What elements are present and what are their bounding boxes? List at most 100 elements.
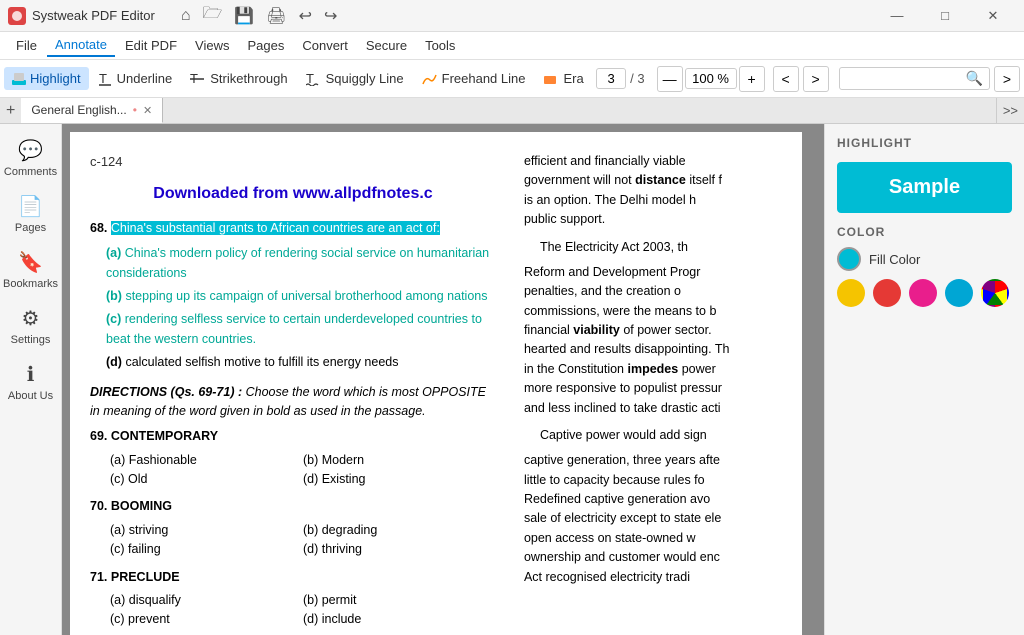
sidebar-label-comments: Comments <box>4 166 57 178</box>
nav-buttons: ⌂ 🗁 💾 🖨 ↩ ↪ <box>177 0 342 31</box>
tab-general-english[interactable]: General English... • ✕ <box>21 98 163 123</box>
underline-icon: T <box>99 72 113 86</box>
content-wrapper: + General English... • ✕ >> 💬 Comments 📄… <box>0 98 1024 635</box>
color-blue[interactable] <box>945 279 973 307</box>
sidebar-item-settings[interactable]: ⚙ Settings <box>3 300 59 352</box>
document-scroll[interactable]: c-124 Downloaded from www.allpdfnotes.c … <box>62 124 824 635</box>
highlight-icon <box>12 72 26 86</box>
sidebar-item-comments[interactable]: 💬 Comments <box>3 132 59 184</box>
app-logo <box>8 7 26 25</box>
color-section: COLOR Fill Color <box>837 225 1012 307</box>
color-yellow[interactable] <box>837 279 865 307</box>
color-title: COLOR <box>837 225 1012 239</box>
tabs-more-button[interactable]: >> <box>996 98 1024 123</box>
sidebar-item-bookmarks[interactable]: 🔖 Bookmarks <box>3 244 59 296</box>
q68-option-d: (d) calculated selfish motive to fulfill… <box>106 353 496 372</box>
menu-pages[interactable]: Pages <box>239 35 292 56</box>
save-button[interactable]: 💾 <box>230 4 258 28</box>
q68-option-c: (c) rendering selfless service to certai… <box>106 310 496 349</box>
freehand-line-tool[interactable]: Freehand Line <box>414 67 534 90</box>
total-pages: / 3 <box>630 71 644 86</box>
zoom-input[interactable] <box>685 68 737 89</box>
page-navigation: / 3 <box>596 68 644 89</box>
question-68: 68. China's substantial grants to Africa… <box>90 219 496 238</box>
right-panel: HIGHLIGHT Sample COLOR Fill Color <box>824 124 1024 635</box>
color-multi[interactable] <box>981 279 1009 307</box>
zoom-control: — + <box>657 66 765 92</box>
search-next-button[interactable]: > <box>994 66 1020 92</box>
menu-secure[interactable]: Secure <box>358 35 415 56</box>
question-70: 70. BOOMING <box>90 497 496 516</box>
sidebar-label-bookmarks: Bookmarks <box>3 278 58 290</box>
bookmarks-icon: 🔖 <box>18 250 43 275</box>
q68-option-a: (a) China's modern policy of rendering s… <box>106 244 496 283</box>
toolbar-right: / 3 — + < > 🔍 > <box>596 66 1020 92</box>
search-button[interactable]: 🔍 <box>966 70 983 87</box>
color-palette <box>837 279 1012 307</box>
home-button[interactable]: ⌂ <box>177 5 195 27</box>
title-bar: Systweak PDF Editor ⌂ 🗁 💾 🖨 ↩ ↪ — □ ✕ <box>0 0 1024 32</box>
page-ref: c-124 <box>90 152 496 172</box>
menu-tools[interactable]: Tools <box>417 35 463 56</box>
tabs-bar: + General English... • ✕ >> <box>0 98 1024 124</box>
eraser-tool[interactable]: Era <box>535 67 591 90</box>
close-button[interactable]: ✕ <box>970 0 1016 32</box>
squiggly-icon: T <box>306 72 322 86</box>
window-controls: — □ ✕ <box>874 0 1016 32</box>
q71-options: (a) disqualify (b) permit (c) prevent (d… <box>110 591 496 630</box>
left-sidebar: 💬 Comments 📄 Pages 🔖 Bookmarks ⚙ Setting… <box>0 124 62 635</box>
color-red[interactable] <box>873 279 901 307</box>
print-button[interactable]: 🖨 <box>262 4 290 28</box>
search-input[interactable] <box>846 71 966 86</box>
doc-right-page: efficient and financially viable governm… <box>512 132 802 635</box>
aboutus-icon: ℹ <box>27 362 35 387</box>
app-title: Systweak PDF Editor <box>32 8 155 23</box>
sidebar-item-aboutus[interactable]: ℹ About Us <box>3 356 59 408</box>
menu-bar: File Annotate Edit PDF Views Pages Conve… <box>0 32 1024 60</box>
strikethrough-tool[interactable]: T Strikethrough <box>182 67 295 90</box>
highlight-tool[interactable]: Highlight <box>4 67 89 90</box>
fill-color-row: Fill Color <box>837 247 1012 271</box>
question-71: 71. PRECLUDE <box>90 568 496 587</box>
tab-add-button[interactable]: + <box>0 98 21 123</box>
sample-box[interactable]: Sample <box>837 162 1012 213</box>
svg-text:T: T <box>99 72 107 86</box>
nav-next-button[interactable]: > <box>803 66 829 92</box>
underline-tool[interactable]: T Underline <box>91 67 181 90</box>
comments-icon: 💬 <box>18 138 43 163</box>
minimize-button[interactable]: — <box>874 0 920 32</box>
nav-prev-button[interactable]: < <box>773 66 799 92</box>
q68-num: 68. <box>90 221 111 235</box>
color-pink[interactable] <box>909 279 937 307</box>
squiggly-line-tool[interactable]: T Squiggly Line <box>298 67 412 90</box>
menu-annotate[interactable]: Annotate <box>47 34 115 57</box>
sidebar-item-pages[interactable]: 📄 Pages <box>3 188 59 240</box>
panel-title: HIGHLIGHT <box>837 136 1012 150</box>
settings-icon: ⚙ <box>22 306 40 331</box>
folder-button[interactable]: 🗁 <box>199 0 227 31</box>
tab-close-button[interactable]: ✕ <box>143 104 152 117</box>
undo-button[interactable]: ↩ <box>295 4 316 28</box>
doc-left-page: c-124 Downloaded from www.allpdfnotes.c … <box>70 132 512 635</box>
menu-views[interactable]: Views <box>187 35 237 56</box>
q68-text: China's substantial grants to African co… <box>111 221 440 235</box>
search-box: 🔍 <box>839 67 990 90</box>
page-number-input[interactable] <box>596 68 626 89</box>
maximize-button[interactable]: □ <box>922 0 968 32</box>
pages-icon: 📄 <box>18 194 43 219</box>
menu-convert[interactable]: Convert <box>294 35 356 56</box>
tab-dot: • <box>133 103 137 117</box>
annotation-toolbar: Highlight T Underline T Strikethrough T … <box>0 60 1024 98</box>
question-69: 69. CONTEMPORARY <box>90 427 496 446</box>
q69-options: (a) Fashionable (b) Modern (c) Old (d) E… <box>110 451 496 490</box>
q70-options: (a) striving (b) degrading (c) failing (… <box>110 521 496 560</box>
q68-option-b: (b) stepping up its campaign of universa… <box>106 287 496 306</box>
menu-file[interactable]: File <box>8 35 45 56</box>
fill-color-label: Fill Color <box>869 252 920 267</box>
main-area: 💬 Comments 📄 Pages 🔖 Bookmarks ⚙ Setting… <box>0 124 1024 635</box>
menu-editpdf[interactable]: Edit PDF <box>117 35 185 56</box>
zoom-in-button[interactable]: + <box>739 66 765 92</box>
fill-color-swatch[interactable] <box>837 247 861 271</box>
redo-button[interactable]: ↪ <box>320 4 341 28</box>
zoom-out-button[interactable]: — <box>657 66 683 92</box>
